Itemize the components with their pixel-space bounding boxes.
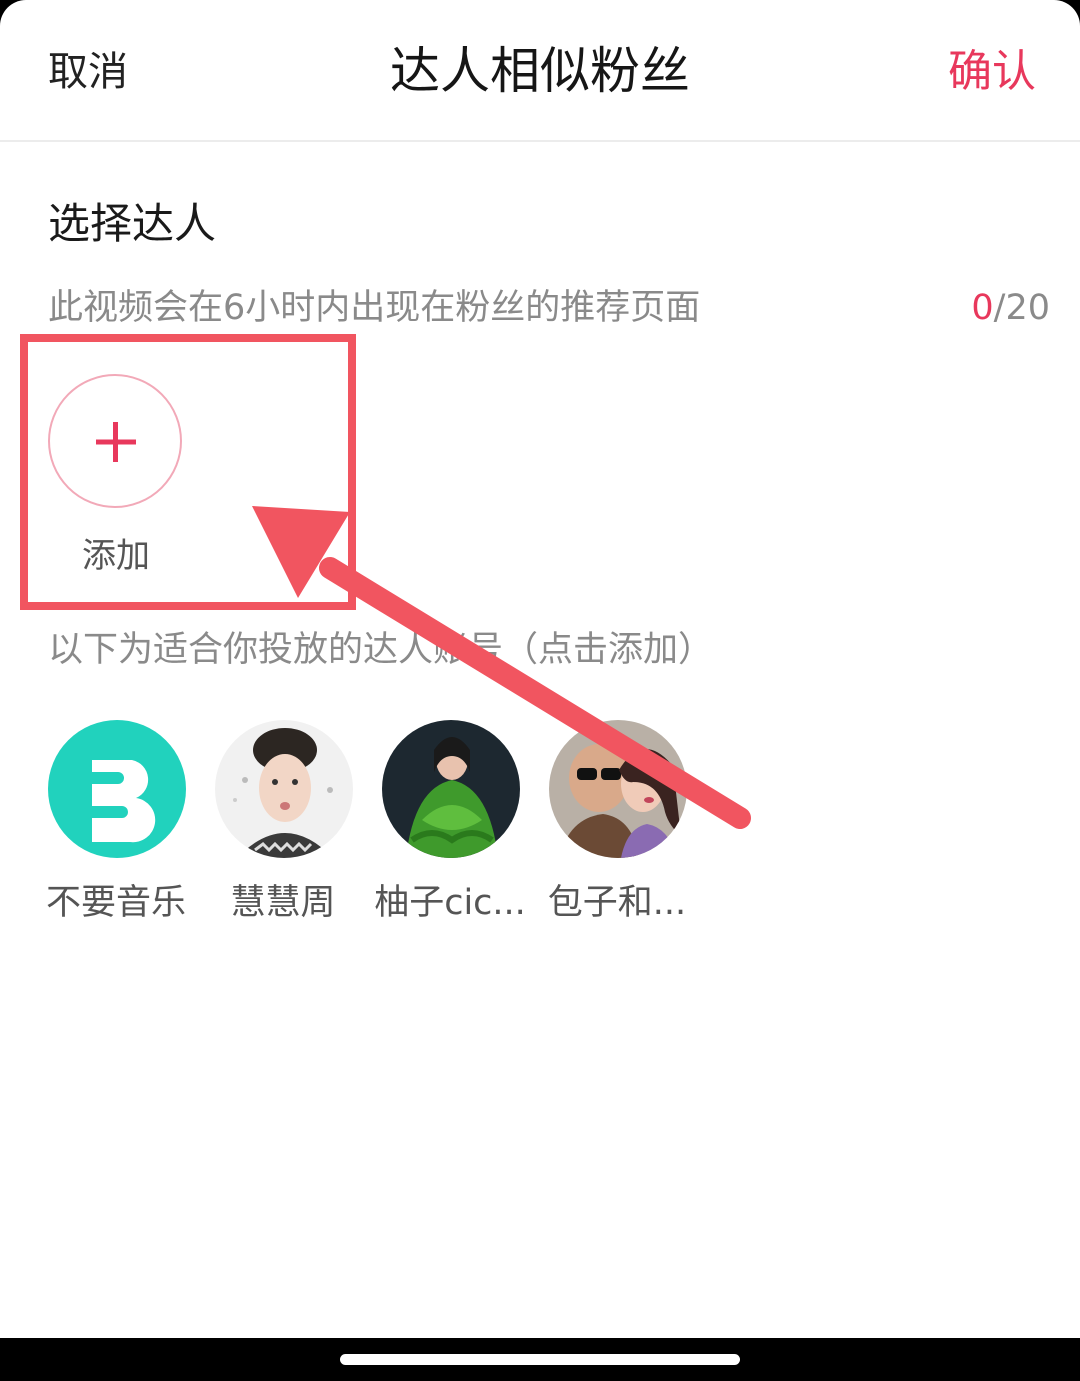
woman-green-coat-icon [382,720,520,858]
home-indicator[interactable] [340,1354,740,1365]
creator-name: 不要音乐 [45,883,186,923]
selected-counter: 0/20 [971,282,1050,334]
woman-portrait-icon [215,720,353,858]
add-label: 添加 [82,536,150,576]
creator-avatar[interactable] [215,720,353,858]
page-title: 达人相似粉丝 [390,42,690,100]
creator-item[interactable]: 包子和... [537,720,697,940]
creator-item[interactable]: 柚子cic... [370,720,530,940]
add-creator-button[interactable]: 添加 [48,374,184,604]
creator-avatar[interactable] [48,720,186,858]
plus-icon [96,422,136,462]
creator-avatar[interactable] [382,720,520,858]
header: 取消 达人相似粉丝 确认 [0,0,1080,142]
screen: 取消 达人相似粉丝 确认 选择达人 此视频会在6小时内出现在粉丝的推荐页面 0/… [0,0,1080,1338]
section-title: 选择达人 [48,199,217,248]
creator-item[interactable]: 慧慧周 [203,720,363,940]
recommend-hint: 以下为适合你投放的达人账号（点击添加） [48,630,714,670]
creator-avatar[interactable] [549,720,687,858]
section-description: 此视频会在6小时内出现在粉丝的推荐页面 [48,288,701,328]
couple-portrait-icon [549,720,687,858]
add-circle[interactable] [48,374,182,508]
confirm-button[interactable]: 确认 [948,42,1036,102]
creator-name: 慧慧周 [230,883,336,923]
creator-name: 柚子cic... [374,883,526,923]
creator-name: 包子和... [547,883,687,923]
creator-item[interactable]: 不要音乐 [36,720,196,940]
selected-count: 0 [971,288,994,328]
max-count: /20 [993,288,1050,328]
brand-logo-icon [48,720,186,858]
